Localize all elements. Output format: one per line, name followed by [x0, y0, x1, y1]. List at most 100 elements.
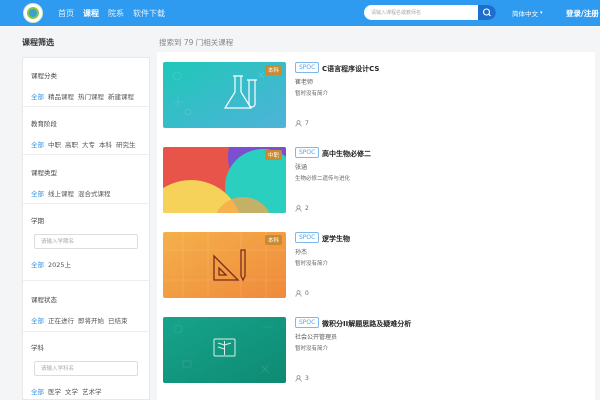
language-selector[interactable]: 简体中文 ▾	[512, 0, 543, 26]
count-value: 2	[305, 205, 309, 212]
filter-option[interactable]: 精品课程	[48, 91, 74, 101]
filter-option[interactable]: 中职	[48, 139, 61, 149]
chevron-down-icon: ▾	[540, 10, 543, 16]
divider	[23, 331, 149, 332]
filter-label: 学期	[31, 217, 44, 225]
course-teacher: 社会公开管理员	[295, 334, 338, 341]
nav-courses[interactable]: 课程	[83, 8, 99, 19]
filter-option[interactable]: 全部	[31, 386, 44, 396]
term-search-input[interactable]	[34, 234, 138, 249]
course-thumbnail[interactable]	[163, 317, 286, 383]
count-value: 0	[305, 290, 309, 297]
filter-option[interactable]: 全部	[31, 188, 44, 198]
divider	[23, 154, 149, 155]
course-card[interactable]: 中职 SPOC 高中生物必修二 张涵 生物必修二遗传与进化 2	[163, 147, 583, 213]
filter-group-term: 学期 全部 2025上	[31, 215, 138, 269]
course-title[interactable]: C语言程序设计CS	[322, 64, 379, 74]
course-description: 暂时没有简介	[295, 91, 329, 97]
level-tag: 本科	[264, 235, 282, 245]
course-teacher: 崔老师	[295, 79, 314, 86]
course-type-badge: SPOC	[295, 147, 320, 158]
filter-option[interactable]: 正在进行	[48, 315, 74, 325]
level-tag: 本科	[264, 65, 282, 75]
search-box	[364, 5, 496, 20]
count-value: 3	[305, 375, 309, 382]
search-input[interactable]	[364, 5, 470, 20]
filter-option[interactable]: 大专	[82, 139, 95, 149]
search-icon	[482, 8, 491, 17]
filter-option[interactable]: 即将开始	[78, 315, 104, 325]
login-register-link[interactable]: 登录/注册	[566, 0, 599, 26]
filter-label: 课程状态	[31, 296, 57, 304]
enrollment-count: 2	[295, 205, 309, 212]
course-card[interactable]: 本科 SPOC C语言程序设计CS 崔老师 暂时没有简介 7	[163, 62, 583, 128]
main-nav: 首页 课程 院系 软件下载	[58, 0, 174, 26]
filter-label: 教育阶段	[31, 120, 57, 128]
course-teacher: 张涵	[295, 164, 308, 171]
course-type-badge: SPOC	[295, 232, 320, 243]
filter-option[interactable]: 艺术学	[82, 386, 102, 396]
filter-label: 课程分类	[31, 72, 57, 80]
filter-option[interactable]: 新建课程	[108, 91, 134, 101]
filter-option[interactable]: 全部	[31, 91, 44, 101]
course-title[interactable]: 逻学生物	[322, 234, 350, 244]
search-button[interactable]	[478, 5, 496, 20]
course-title[interactable]: 微积分II解题思路及疑难分析	[322, 319, 411, 329]
nav-software-download[interactable]: 软件下载	[133, 8, 165, 19]
course-title[interactable]: 高中生物必修二	[322, 149, 371, 159]
filter-option[interactable]: 本科	[99, 139, 112, 149]
filter-group-category: 课程分类 全部 精品课程 热门课程 新建课程	[31, 70, 138, 101]
course-thumbnail[interactable]: 本科	[163, 62, 286, 128]
filter-group-status: 课程状态 全部 正在进行 即将开始 已结束	[31, 294, 132, 325]
filter-group-type: 课程类型 全部 线上课程 混合式课程	[31, 167, 115, 198]
site-logo[interactable]	[23, 3, 43, 23]
filter-option[interactable]: 全部	[31, 139, 44, 149]
filter-option[interactable]: 全部	[31, 315, 44, 325]
course-description: 暂时没有简介	[295, 261, 329, 267]
nav-home[interactable]: 首页	[58, 8, 74, 19]
filter-option[interactable]: 研究生	[116, 139, 136, 149]
divider	[23, 203, 149, 204]
filter-option[interactable]: 已结束	[108, 315, 128, 325]
enrollment-count: 3	[295, 375, 309, 382]
filter-sidebar: 课程分类 全部 精品课程 热门课程 新建课程 教育阶段 全部 中职 高职 大专 …	[22, 57, 150, 400]
filter-label: 学科	[31, 344, 44, 352]
filter-option[interactable]: 2025上	[48, 259, 71, 269]
course-description: 暂时没有简介	[295, 346, 329, 352]
course-type-badge: SPOC	[295, 62, 320, 73]
course-card[interactable]: SPOC 微积分II解题思路及疑难分析 社会公开管理员 暂时没有简介 3	[163, 317, 583, 383]
result-count: 搜索到 79 门相关课程	[159, 38, 234, 47]
course-list: 本科 SPOC C语言程序设计CS 崔老师 暂时没有简介 7 中职 SPOC 高…	[157, 52, 595, 400]
user-icon	[295, 375, 302, 382]
enrollment-count: 7	[295, 120, 309, 127]
course-teacher: 孙杰	[295, 249, 308, 256]
divider	[23, 106, 149, 107]
divider	[23, 280, 149, 281]
course-card[interactable]: 本科 SPOC 逻学生物 孙杰 暂时没有简介 0	[163, 232, 583, 298]
course-thumbnail[interactable]: 本科	[163, 232, 286, 298]
filter-option[interactable]: 全部	[31, 259, 44, 269]
enrollment-count: 0	[295, 290, 309, 297]
course-type-badge: SPOC	[295, 317, 320, 328]
filter-title: 课程筛选	[22, 38, 54, 47]
filter-option[interactable]: 混合式课程	[78, 188, 111, 198]
language-label: 简体中文	[512, 10, 538, 18]
user-icon	[295, 120, 302, 127]
filter-group-stage: 教育阶段 全部 中职 高职 大专 本科 研究生	[31, 118, 140, 149]
filter-label: 课程类型	[31, 169, 57, 177]
top-nav-bar: 首页 课程 院系 软件下载 简体中文 ▾ 登录/注册	[0, 0, 600, 26]
count-value: 7	[305, 120, 309, 127]
filter-option[interactable]: 医学	[48, 386, 61, 396]
user-icon	[295, 290, 302, 297]
filter-group-subject: 学科 全部 医学 文学 艺术学	[31, 342, 138, 396]
user-icon	[295, 205, 302, 212]
course-description: 生物必修二遗传与进化	[295, 176, 351, 182]
filter-option[interactable]: 热门课程	[78, 91, 104, 101]
filter-option[interactable]: 高职	[65, 139, 78, 149]
level-tag: 中职	[264, 150, 282, 160]
course-thumbnail[interactable]: 中职	[163, 147, 286, 213]
subject-search-input[interactable]	[34, 361, 138, 376]
nav-departments[interactable]: 院系	[108, 8, 124, 19]
filter-option[interactable]: 线上课程	[48, 188, 74, 198]
filter-option[interactable]: 文学	[65, 386, 78, 396]
